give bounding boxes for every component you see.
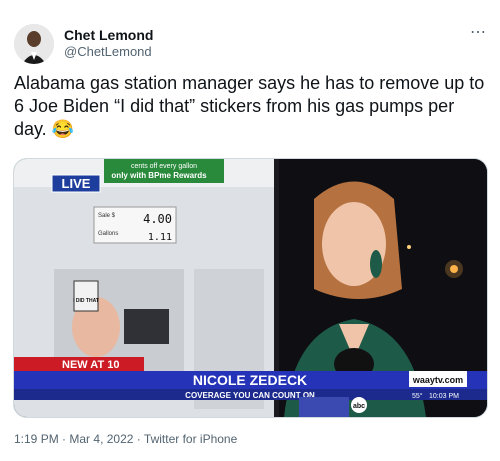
- lower-third-tag: NEW AT 10: [62, 359, 119, 371]
- pump-gallons-value: 1.11: [148, 232, 172, 243]
- station-site: waaytv.com: [412, 375, 463, 385]
- station-logo: abc: [353, 403, 365, 410]
- author-handle[interactable]: @ChetLemond: [64, 44, 152, 59]
- more-options-icon[interactable]: ⋯: [470, 22, 487, 42]
- tweet-card: Chet Lemond @ChetLemond ⋯ Alabama gas st…: [0, 0, 500, 461]
- slogan: COVERAGE YOU CAN COUNT ON: [185, 391, 315, 400]
- pump-sale-label: Sale $: [98, 213, 116, 219]
- sticker-text: I DID THAT: [73, 298, 99, 304]
- temperature: 55°: [412, 392, 423, 400]
- pump-promo-line1: cents off every gallon: [131, 163, 197, 170]
- tweet-text: Alabama gas station manager says he has …: [14, 73, 485, 139]
- tweet-meta: 1:19 PM · Mar 4, 2022 · Twitter for iPho…: [14, 432, 237, 446]
- pump-sale-value: 4.00: [143, 212, 172, 226]
- tweet-client: Twitter for iPhone: [143, 432, 238, 446]
- reporter-name: NICOLE ZEDECK: [193, 372, 307, 388]
- tweet-time[interactable]: 1:19 PM: [14, 432, 59, 446]
- tweet-date[interactable]: Mar 4, 2022: [69, 432, 133, 446]
- live-badge: LIVE: [62, 176, 91, 191]
- pump-promo-line2: only with BPme Rewards: [111, 171, 207, 180]
- clock: 10:03 PM: [429, 393, 459, 400]
- meta-separator: ·: [136, 432, 144, 446]
- tweet-video-still[interactable]: cents off every gallon only with BPme Re…: [13, 158, 488, 418]
- pump-gallons-label: Gallons: [98, 231, 118, 237]
- author-name[interactable]: Chet Lemond: [64, 27, 153, 43]
- avatar[interactable]: [14, 24, 54, 64]
